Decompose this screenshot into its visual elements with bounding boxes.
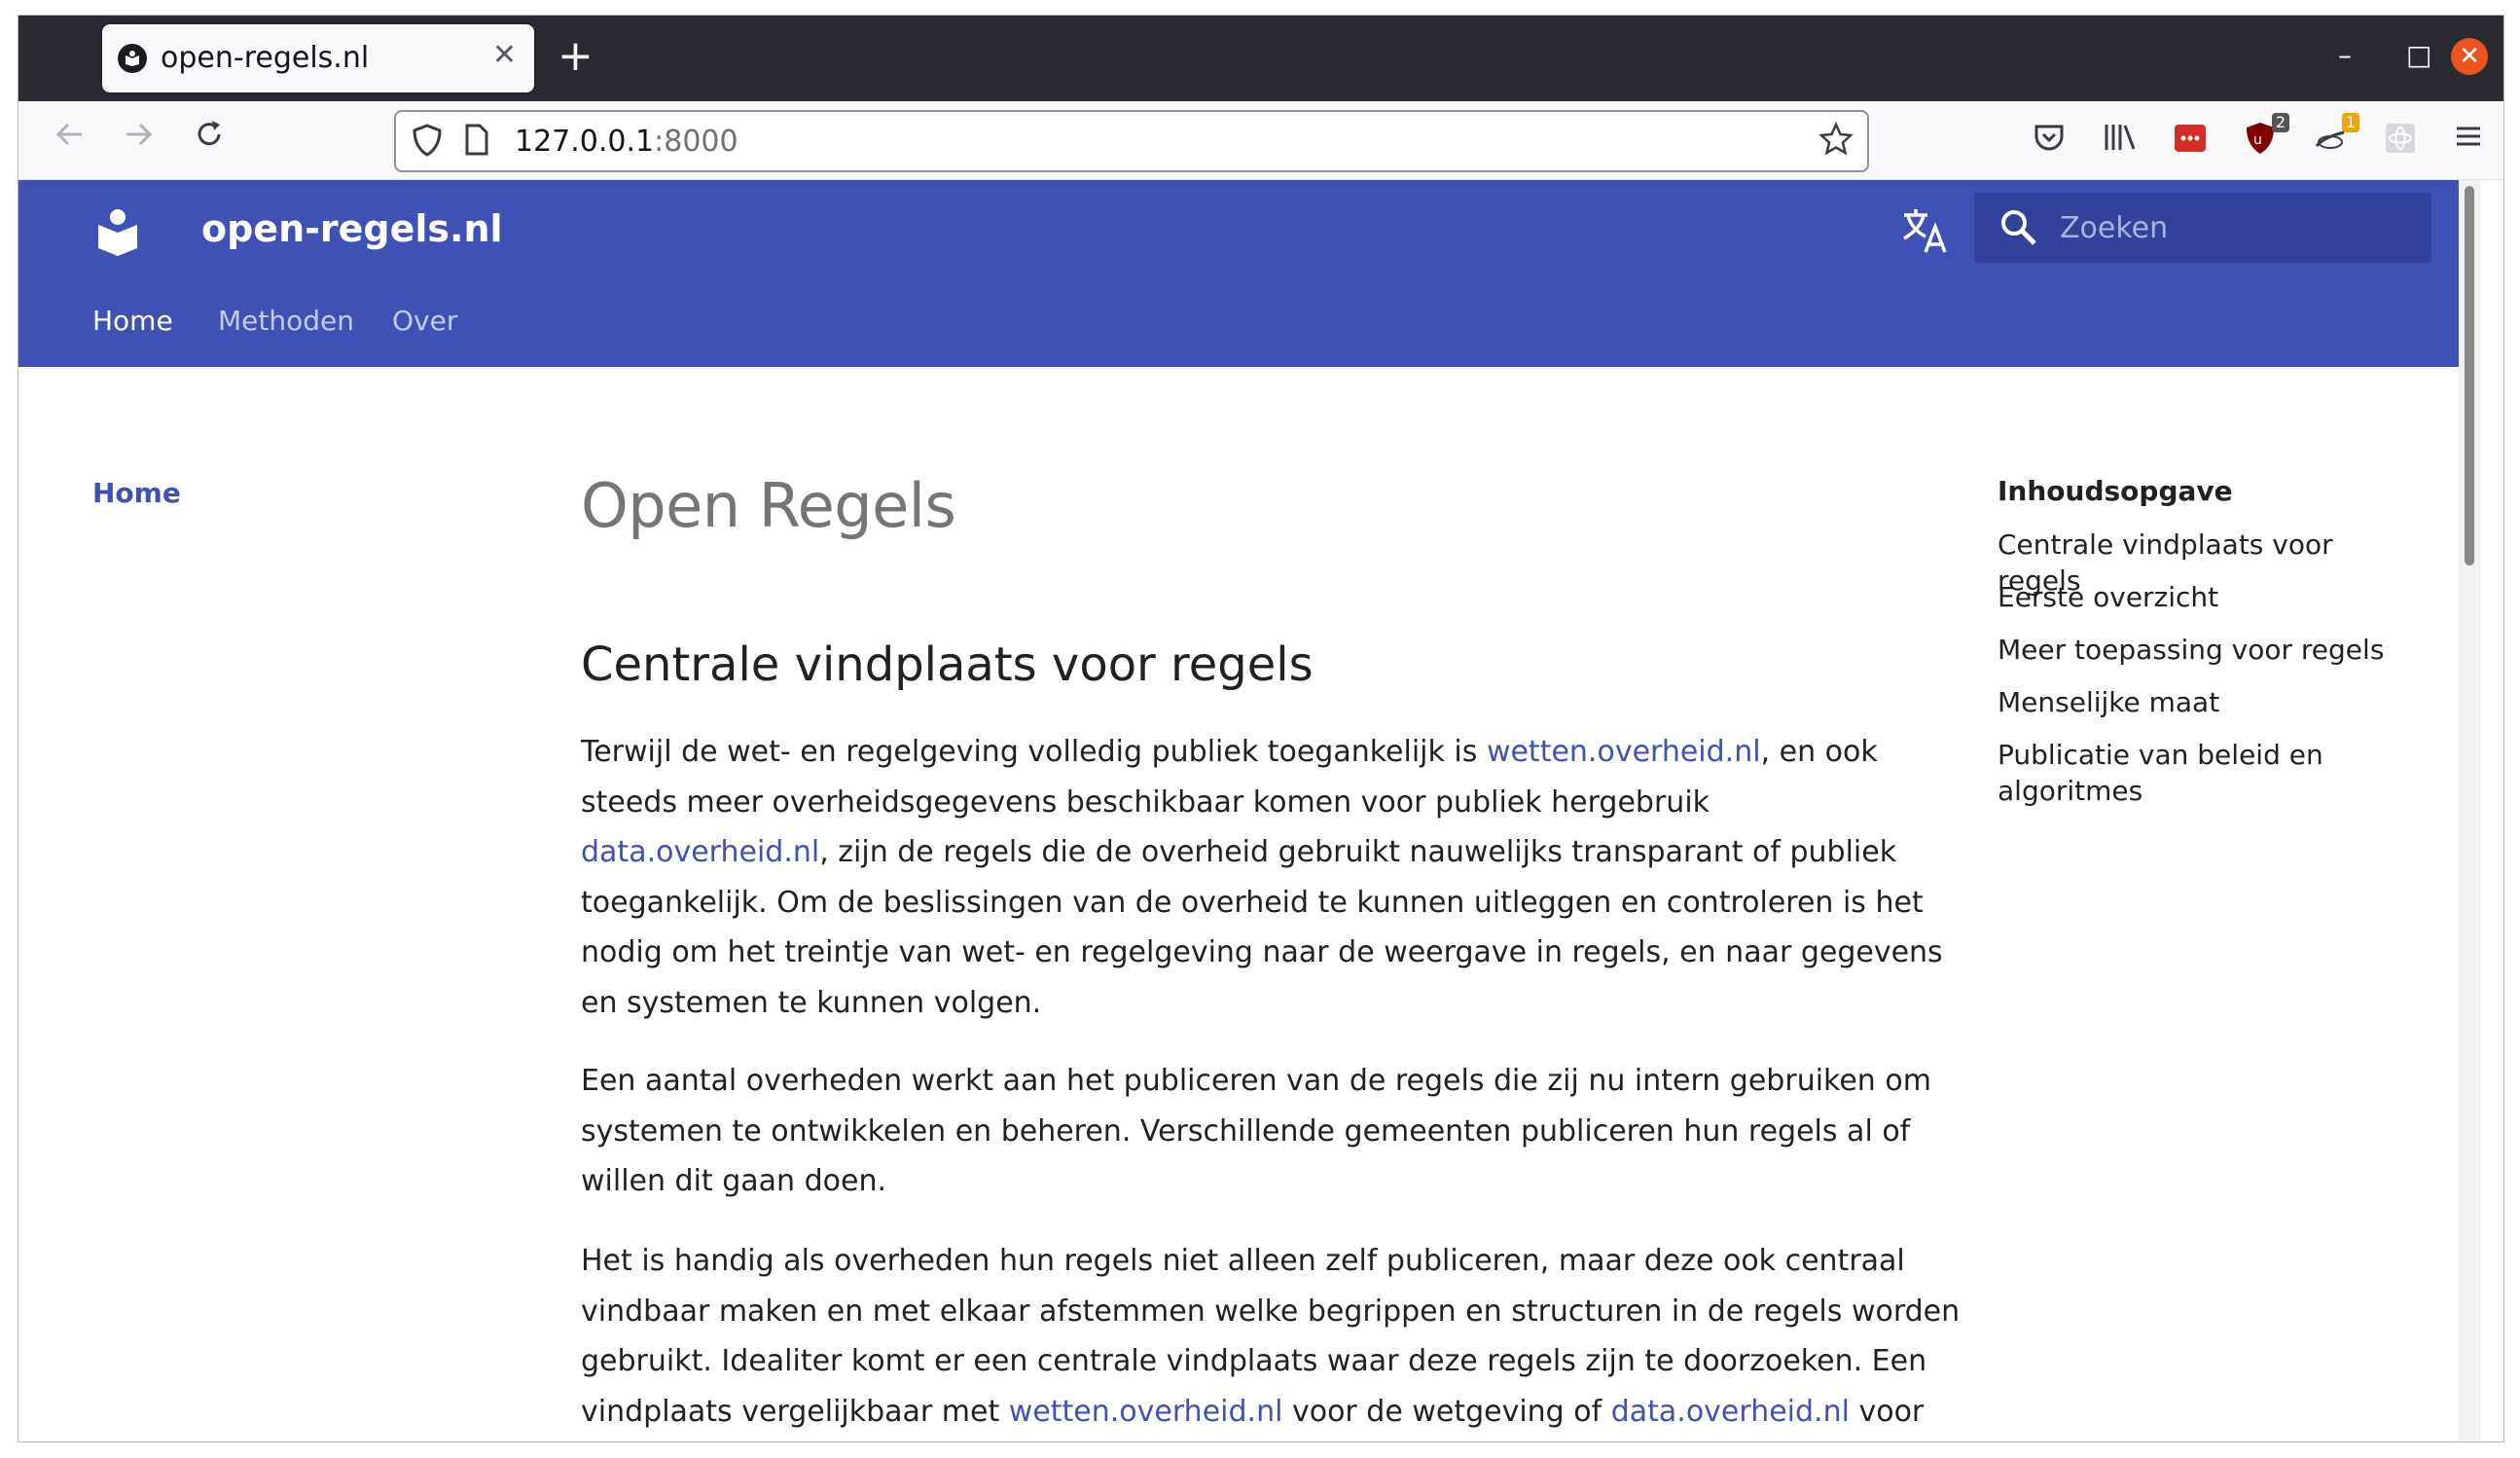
toc-item[interactable]: Meer toepassing voor regels xyxy=(1998,632,2387,668)
search-input[interactable] xyxy=(2058,204,2412,251)
forward-arrow-icon[interactable] xyxy=(118,118,161,161)
toc-item[interactable]: Menselijke maat xyxy=(1998,684,2387,720)
search-icon xyxy=(1999,208,2038,251)
site-favicon-icon xyxy=(118,44,147,73)
address-bar[interactable]: 127.0.0.1:8000 xyxy=(394,110,1869,172)
reload-icon[interactable] xyxy=(188,118,231,161)
wetten-overheid-link[interactable]: wetten.overheid.nl xyxy=(1487,735,1761,769)
paragraph-text: voor de wetgeving of xyxy=(1282,1394,1611,1429)
tab-methoden[interactable]: Methoden xyxy=(218,305,354,337)
site-header: open-regels.nl Home Methoden Over xyxy=(18,180,2480,367)
sidebar-item-home[interactable]: Home xyxy=(92,477,181,509)
extension-badge: 2 xyxy=(2271,113,2289,132)
library-icon[interactable] xyxy=(2103,121,2142,160)
browser-window: open-regels.nl ✕ + – □ ✕ 127.0.0.1:8000 xyxy=(18,15,2504,1442)
toc-item[interactable]: Eerste overzicht xyxy=(1998,579,2387,615)
translate-icon[interactable] xyxy=(1900,205,1951,260)
page-scrollbar[interactable] xyxy=(2459,180,2480,1441)
ublock-extension-icon[interactable]: u 2 xyxy=(2243,113,2289,160)
paragraph-text: Terwijl de wet- en regelgeving volledig … xyxy=(581,735,1487,769)
page-info-icon[interactable] xyxy=(464,124,489,161)
data-overheid-link[interactable]: data.overheid.nl xyxy=(1611,1395,1850,1429)
paragraph-1: Terwijl de wet- en regelgeving volledig … xyxy=(581,727,1962,1028)
web-page: open-regels.nl Home Methoden Over Home O… xyxy=(18,180,2480,1441)
scrollbar-thumb[interactable] xyxy=(2465,186,2474,565)
paragraph-2: Een aantal overheden werkt aan het publi… xyxy=(581,1064,1931,1198)
extension-badge: 1 xyxy=(2341,113,2359,132)
toc-item[interactable]: Publicatie van beleid en algoritmes xyxy=(1998,737,2387,809)
maximize-button[interactable]: □ xyxy=(2406,39,2431,71)
site-logo-icon[interactable] xyxy=(94,205,141,260)
minimize-button[interactable]: – xyxy=(2338,39,2352,71)
data-overheid-link[interactable]: data.overheid.nl xyxy=(581,835,819,869)
react-devtools-icon[interactable] xyxy=(2383,121,2422,160)
pocket-icon[interactable] xyxy=(2033,121,2071,160)
toc-title: Inhoudsopgave xyxy=(1998,475,2233,507)
wetten-overheid-link[interactable]: wetten.overheid.nl xyxy=(1009,1395,1283,1429)
paragraph-3: Het is handig als overheden hun regels n… xyxy=(581,1236,1962,1441)
tab-over[interactable]: Over xyxy=(392,305,457,337)
search-box[interactable] xyxy=(1974,193,2431,263)
tab-close-icon[interactable]: ✕ xyxy=(492,38,517,72)
tab-title: open-regels.nl xyxy=(161,41,370,75)
bookmark-star-icon[interactable] xyxy=(1818,121,1854,161)
site-title[interactable]: open-regels.nl xyxy=(201,207,503,250)
url-text: 127.0.0.1:8000 xyxy=(515,125,738,159)
svg-text:u: u xyxy=(2253,132,2262,148)
section-title: Centrale vindplaats voor regels xyxy=(581,638,1314,692)
nav-toolbar: 127.0.0.1:8000 u 2 1 xyxy=(18,101,2503,180)
lastpass-extension-icon[interactable] xyxy=(2173,121,2212,160)
close-window-button[interactable]: ✕ xyxy=(2451,38,2488,75)
tab-home[interactable]: Home xyxy=(92,305,173,337)
new-tab-button[interactable]: + xyxy=(558,35,594,78)
tracking-shield-icon[interactable] xyxy=(412,124,443,161)
extension-icon[interactable]: 1 xyxy=(2313,113,2359,160)
back-arrow-icon[interactable] xyxy=(48,118,90,161)
browser-tab[interactable]: open-regels.nl ✕ xyxy=(102,24,534,92)
page-title: Open Regels xyxy=(581,470,956,541)
tab-bar: open-regels.nl ✕ + – □ ✕ xyxy=(18,16,2503,101)
hamburger-menu-icon[interactable] xyxy=(2453,121,2492,160)
